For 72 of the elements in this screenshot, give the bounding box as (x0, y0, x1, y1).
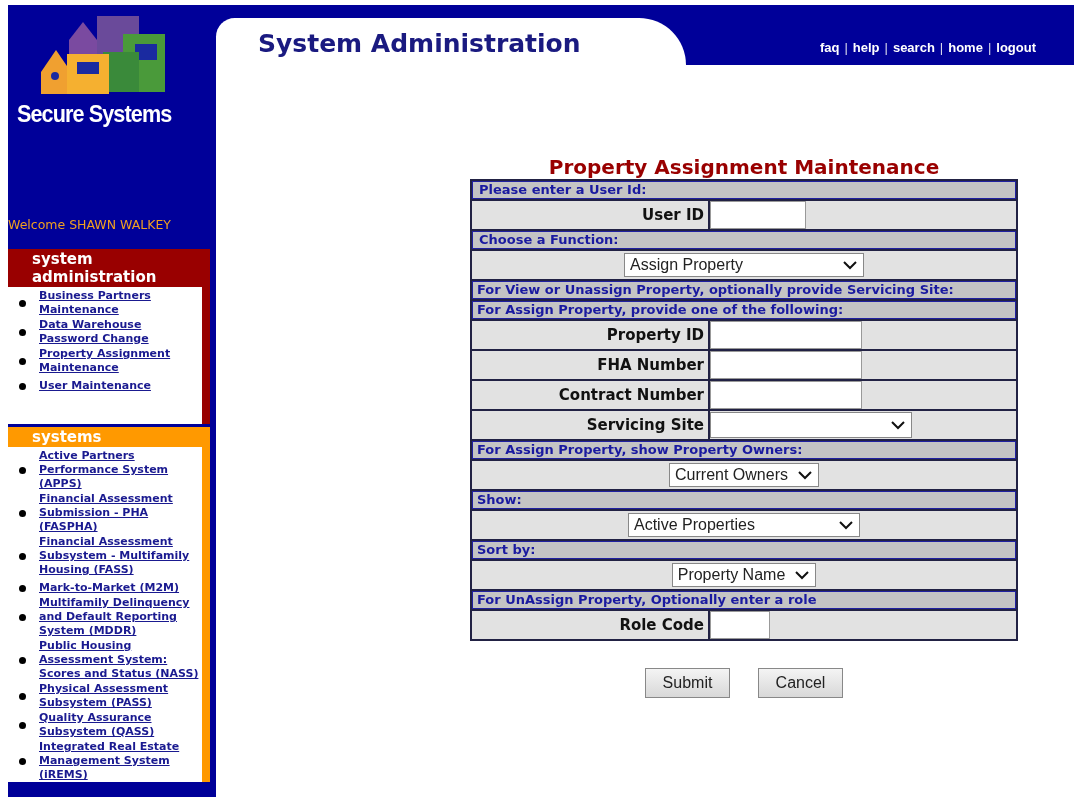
nav-link[interactable]: Public Housing Assessment System: Scores and Status (NASS) (39, 639, 202, 681)
field-label: Servicing Site (472, 411, 708, 439)
header-link[interactable]: logout (996, 40, 1036, 55)
form-title: Property Assignment Maintenance (547, 155, 941, 179)
bullet-icon (19, 656, 26, 664)
nav-link[interactable]: Quality Assurance Subsystem (QASS) (39, 711, 202, 739)
bullet-icon (19, 466, 26, 474)
bullet-icon (19, 692, 26, 700)
bullet-icon (19, 613, 26, 621)
welcome-text: Welcome SHAWN WALKEY (8, 217, 171, 232)
input-field[interactable] (710, 611, 770, 639)
header-link[interactable]: faq (819, 40, 840, 55)
field-label: Role Code (472, 611, 708, 639)
nav-link[interactable]: Multifamily Delinquency and Default Reporting System (MDDR) (39, 596, 202, 638)
panel-title: system administration (31, 249, 158, 287)
chevron-icon (795, 570, 810, 580)
nav-link[interactable]: Financial Assessment Subsystem - Multifamily Housing (FASS) (39, 535, 202, 577)
input-field[interactable] (710, 381, 862, 409)
bullet-icon (19, 299, 26, 307)
nav-link[interactable]: User Maintenance (39, 379, 202, 393)
separator: | (987, 40, 992, 55)
nav-link[interactable]: Active Partners Performance System (APPS) (39, 449, 202, 491)
separator: | (939, 40, 944, 55)
bullet-icon (19, 357, 26, 365)
brand-name: Secure Systems (17, 100, 172, 128)
bullet-icon (19, 509, 26, 517)
dropdown[interactable]: Assign Property (624, 253, 864, 277)
input-field[interactable] (710, 321, 862, 349)
bullet-icon (19, 584, 26, 592)
chevron-icon (843, 260, 857, 270)
chevron-icon (797, 470, 812, 480)
nav-link[interactable]: Financial Assessment Submission - PHA (FASPHA) (39, 492, 202, 534)
bullet-icon (19, 328, 26, 336)
chevron-icon (891, 420, 905, 430)
section-heading: For UnAssign Property, Optionally enter a role (472, 591, 1016, 609)
nav-link[interactable]: Business Partners Maintenance (39, 289, 202, 317)
section-heading: Sort by: (472, 541, 1016, 559)
header-link[interactable]: search (892, 40, 935, 55)
nav-link[interactable]: Physical Assessment Subsystem (PASS) (39, 682, 202, 710)
panel-title: systems (31, 427, 103, 447)
nav-link[interactable]: Mark-to-Market (M2M) (39, 581, 202, 595)
bullet-icon (19, 757, 26, 765)
chevron-icon (839, 520, 853, 530)
section-heading: Show: (472, 491, 1016, 509)
header-link[interactable]: help (852, 40, 880, 55)
separator: | (844, 40, 848, 55)
nav-link[interactable]: Integrated Real Estate Management System (iREMS) (39, 740, 202, 782)
bullet-icon (19, 721, 26, 729)
field-label: Contract Number (472, 381, 708, 409)
section-heading: For Assign Property, show Property Owners: (472, 441, 1016, 459)
nav-link[interactable]: Data Warehouse Password Change (39, 318, 202, 346)
dropdown[interactable]: Current Owners (669, 463, 819, 487)
nav-link[interactable]: Property Assignment Maintenance (39, 347, 202, 375)
bullet-icon (19, 552, 26, 560)
header-link[interactable]: home (948, 40, 983, 55)
section-heading: For View or Unassign Property, optionally provide Servicing Site: (472, 281, 1016, 299)
section-heading: For Assign Property, provide one of the following: (472, 301, 1016, 319)
form-button[interactable]: Cancel (758, 668, 843, 698)
dropdown[interactable] (710, 412, 912, 438)
bullet-icon (19, 382, 26, 390)
input-field[interactable] (710, 351, 862, 379)
page-title: System Administration (258, 29, 582, 58)
section-heading: Please enter a User Id: (472, 181, 1016, 199)
dropdown[interactable]: Property Name (671, 563, 817, 587)
section-heading: Choose a Function: (472, 231, 1016, 249)
field-label: FHA Number (472, 351, 708, 379)
field-label: User ID (472, 201, 708, 229)
field-label: Property ID (472, 321, 708, 349)
separator: | (884, 40, 888, 55)
dropdown[interactable]: Active Properties (628, 513, 860, 537)
form-button[interactable]: Submit (645, 668, 730, 698)
input-field[interactable] (710, 201, 806, 229)
